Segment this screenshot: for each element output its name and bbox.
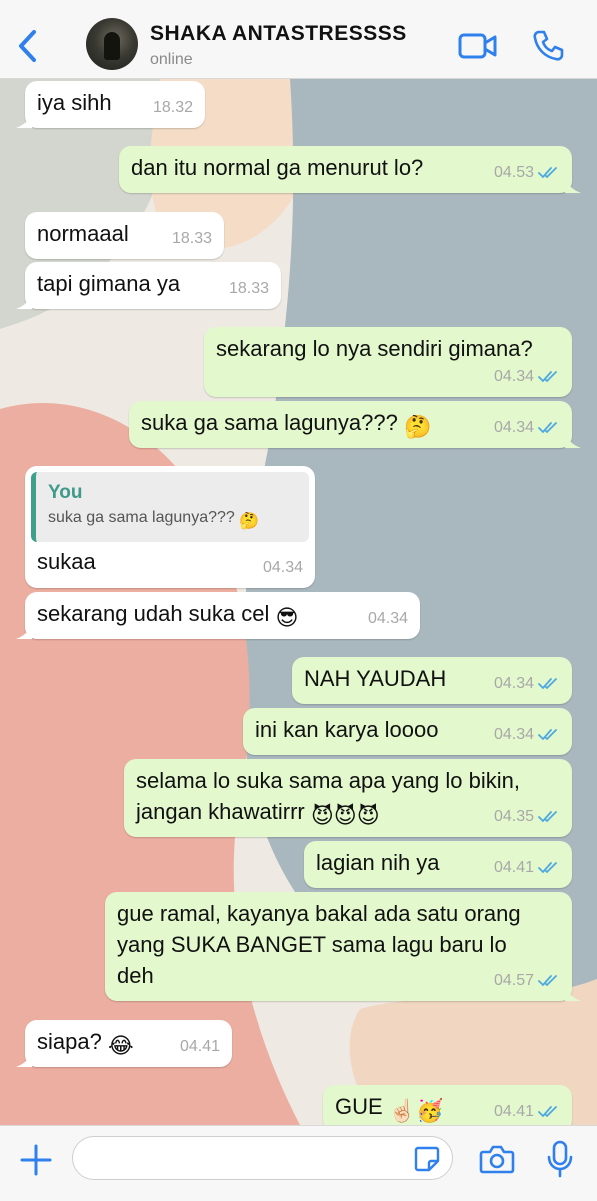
quote-text: suka ga sama lagunya??? 🤔 (48, 506, 297, 534)
message-outgoing[interactable]: NAH YAUDAH 04.34 (292, 657, 572, 704)
message-time: 18.33 (171, 230, 212, 247)
camera-button[interactable] (479, 1143, 515, 1175)
message-text: sekarang lo nya sendiri gimana? (216, 336, 533, 361)
smiling-devil-emoji: 😈😈😈 (310, 803, 380, 828)
read-ticks-icon (538, 371, 557, 382)
message-time: 04.35 (493, 808, 534, 825)
sunglasses-face-emoji: 😎 (275, 605, 299, 630)
message-time: 04.34 (493, 726, 534, 743)
voice-call-button[interactable] (530, 28, 566, 64)
message-outgoing[interactable]: GUE ☝🏻🥳 04.41 (323, 1085, 572, 1125)
quoted-message[interactable]: You suka ga sama lagunya??? 🤔 (31, 472, 309, 542)
microphone-button[interactable] (546, 1140, 574, 1178)
read-ticks-icon (538, 975, 557, 986)
message-time: 04.34 (493, 368, 534, 385)
contact-name[interactable]: SHAKA ANTASTRESSSS (150, 22, 407, 46)
message-outgoing[interactable]: dan itu normal ga menurut lo? 04.53 (119, 146, 581, 193)
thinking-face-emoji: 🤔 (403, 414, 432, 439)
read-ticks-icon (538, 811, 557, 822)
sticker-icon (414, 1146, 440, 1172)
chat-header: SHAKA ANTASTRESSSS online (0, 0, 597, 79)
thinking-face-emoji: 🤔 (239, 513, 260, 530)
message-incoming[interactable]: siapa? 😂 04.41 (16, 1020, 232, 1067)
read-ticks-icon (538, 729, 557, 740)
message-time: 04.53 (493, 164, 534, 181)
message-time: 04.57 (493, 972, 534, 989)
phone-icon (533, 30, 564, 61)
read-ticks-icon (538, 167, 557, 178)
message-incoming[interactable]: tapi gimana ya 18.33 (16, 262, 281, 309)
message-incoming[interactable]: normaaal 18.33 (25, 212, 224, 259)
message-time: 04.34 (493, 419, 534, 436)
read-ticks-icon (538, 862, 557, 873)
read-ticks-icon (538, 1106, 557, 1117)
message-outgoing[interactable]: selama lo suka sama apa yang lo bikin, j… (124, 759, 572, 837)
avatar[interactable] (86, 18, 138, 70)
message-time: 04.41 (493, 859, 534, 876)
tears-of-joy-emoji: 😂 (107, 1033, 134, 1058)
message-composer (0, 1125, 597, 1201)
message-outgoing[interactable]: lagian nih ya 04.41 (304, 841, 572, 888)
message-outgoing[interactable]: sekarang lo nya sendiri gimana? 04.34 (204, 327, 572, 397)
quote-author: You (48, 482, 83, 503)
video-call-button[interactable] (458, 30, 498, 62)
attach-button[interactable] (18, 1142, 54, 1178)
message-outgoing[interactable]: gue ramal, kayanya bakal ada satu orang … (105, 892, 581, 1001)
video-camera-icon (458, 33, 497, 59)
message-outgoing[interactable]: suka ga sama lagunya??? 🤔 04.34 (129, 401, 581, 448)
microphone-icon (547, 1140, 573, 1178)
read-ticks-icon (538, 678, 557, 689)
message-incoming[interactable]: iya sihh 18.32 (16, 81, 205, 128)
back-button[interactable] (12, 24, 46, 68)
message-incoming[interactable]: sekarang udah suka cel 😎 04.34 (16, 592, 420, 639)
message-time: 18.32 (152, 99, 193, 116)
message-time: 04.34 (493, 675, 534, 692)
chevron-left-icon (19, 30, 36, 62)
message-time: 04.41 (493, 1103, 534, 1120)
pointing-up-party-emoji: ☝🏻🥳 (388, 1098, 444, 1123)
message-time: 04.34 (262, 559, 303, 576)
message-incoming-reply[interactable]: You suka ga sama lagunya??? 🤔 sukaa 04.3… (25, 466, 315, 588)
message-text: sekarang udah suka cel 😎 (37, 598, 408, 633)
camera-icon (479, 1145, 515, 1174)
message-input[interactable] (72, 1136, 453, 1180)
sticker-button[interactable] (414, 1146, 440, 1172)
read-ticks-icon (538, 422, 557, 433)
plus-icon (20, 1144, 52, 1176)
message-outgoing[interactable]: ini kan karya loooo 04.34 (243, 708, 572, 755)
chat-area[interactable]: iya sihh 18.32 dan itu normal ga menurut… (0, 79, 597, 1125)
contact-status: online (150, 51, 193, 68)
message-time: 18.33 (228, 280, 269, 297)
message-time: 04.41 (179, 1038, 220, 1055)
message-time: 04.34 (367, 610, 408, 627)
